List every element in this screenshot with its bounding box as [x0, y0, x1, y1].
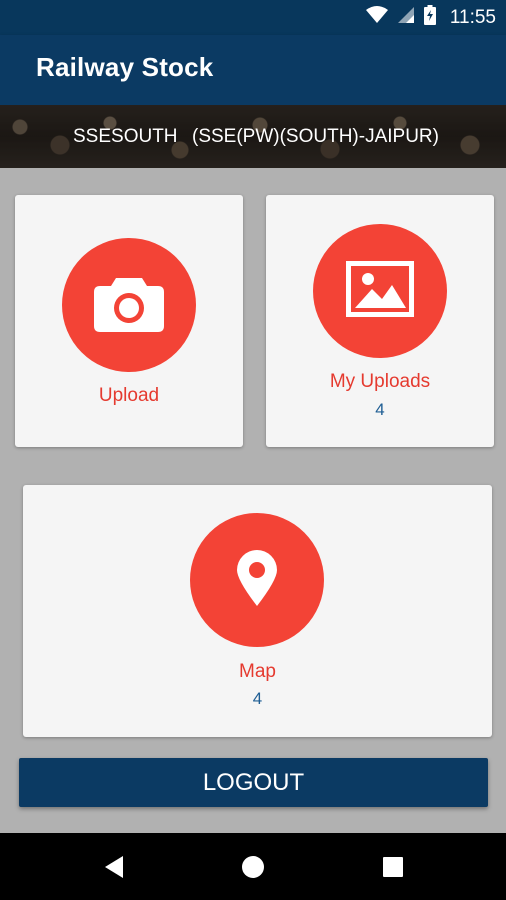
- my-uploads-label: My Uploads: [329, 371, 431, 392]
- my-uploads-card[interactable]: My Uploads 4: [266, 195, 494, 447]
- battery-icon: [423, 5, 436, 30]
- signal-icon: [397, 6, 414, 29]
- logout-button[interactable]: LOGOUT: [19, 758, 488, 807]
- status-bar: 11:55: [0, 0, 506, 35]
- map-count: 4: [252, 689, 263, 708]
- home-icon[interactable]: [223, 833, 283, 900]
- status-icons: 11:55: [365, 0, 496, 35]
- wifi-icon: [365, 6, 388, 29]
- app-title: Railway Stock: [36, 52, 214, 82]
- map-circle[interactable]: [190, 513, 324, 647]
- upload-label: Upload: [98, 385, 160, 406]
- camera-icon: [94, 274, 164, 337]
- map-label: Map: [239, 661, 276, 682]
- status-time: 11:55: [449, 6, 496, 28]
- banner-office: (SSE(PW)(SOUTH)-JAIPUR): [192, 125, 439, 147]
- back-icon[interactable]: [84, 833, 144, 900]
- app-bar: Railway Stock: [0, 35, 506, 105]
- upload-circle[interactable]: [62, 238, 196, 372]
- recents-icon[interactable]: [363, 833, 423, 900]
- my-uploads-circle[interactable]: [313, 224, 447, 358]
- map-card[interactable]: Map 4: [23, 485, 492, 737]
- system-nav-bar: [0, 833, 506, 900]
- banner-username: SSESOUTH: [73, 125, 178, 147]
- my-uploads-count: 4: [375, 400, 385, 419]
- user-banner: SSESOUTH (SSE(PW)(SOUTH)-JAIPUR): [0, 105, 506, 168]
- image-icon: [346, 260, 414, 322]
- location-pin-icon: [237, 549, 277, 611]
- upload-card[interactable]: Upload: [15, 195, 243, 447]
